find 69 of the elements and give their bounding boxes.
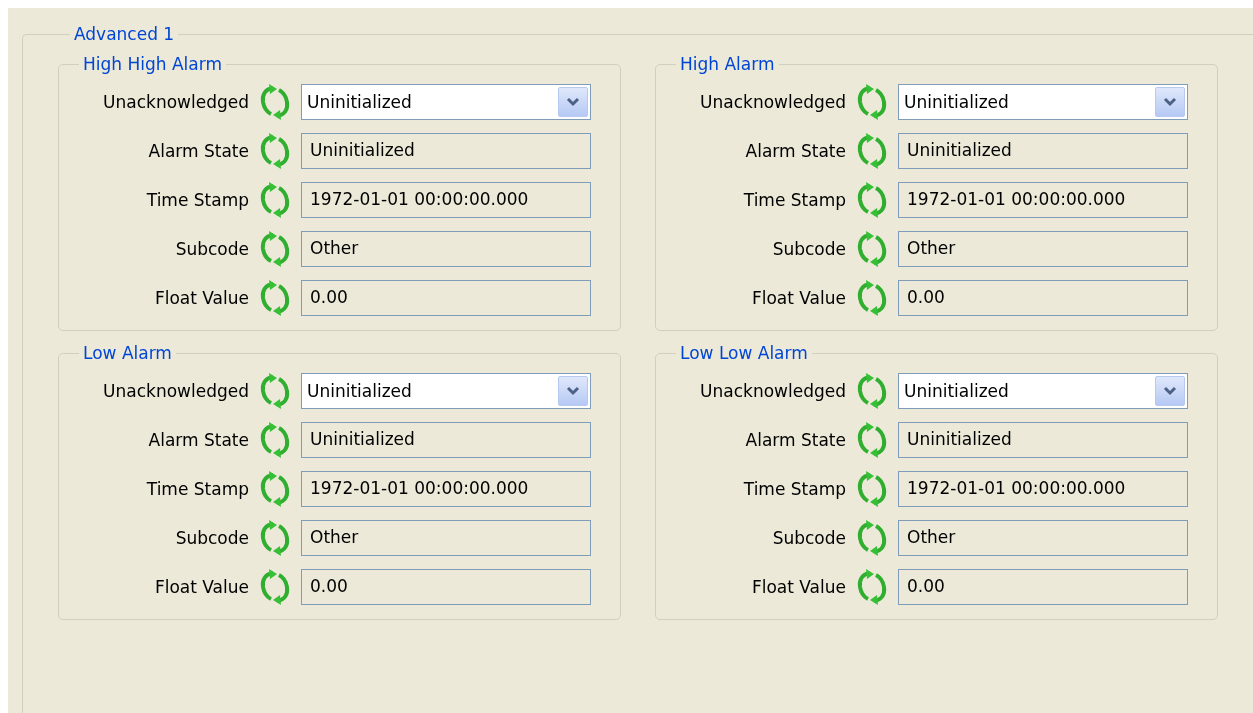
field-label: Unacknowledged xyxy=(102,92,249,112)
readonly-field: 0.00 xyxy=(898,569,1188,605)
readonly-field: 1972-01-01 00:00:00.000 xyxy=(301,182,591,218)
chevron-icon xyxy=(566,386,580,396)
field-label: Subcode xyxy=(174,528,249,548)
group-title: High High Alarm xyxy=(82,54,223,74)
readonly-field: 1972-01-01 00:00:00.000 xyxy=(301,471,591,507)
readonly-field: 0.00 xyxy=(301,280,591,316)
group-title: Advanced 1 xyxy=(73,24,176,44)
field-label: Alarm State xyxy=(744,430,846,450)
refresh-icon[interactable] xyxy=(856,569,888,605)
dropdown[interactable]: Uninitialized xyxy=(898,84,1188,120)
readonly-field: Other xyxy=(898,231,1188,267)
field-label: Subcode xyxy=(771,239,846,259)
field-label: Float Value xyxy=(153,577,249,597)
field-label: Unacknowledged xyxy=(699,92,846,112)
refresh-icon[interactable] xyxy=(259,133,291,169)
field-label: Unacknowledged xyxy=(102,381,249,401)
field-label: Subcode xyxy=(174,239,249,259)
field-label: Time Stamp xyxy=(742,479,846,499)
readonly-field: Uninitialized xyxy=(898,422,1188,458)
readonly-field: Other xyxy=(898,520,1188,556)
readonly-field: Uninitialized xyxy=(301,133,591,169)
dropdown[interactable]: Uninitialized xyxy=(301,373,591,409)
chevron-icon xyxy=(1163,97,1177,107)
field-label: Time Stamp xyxy=(145,190,249,210)
refresh-icon[interactable] xyxy=(259,471,291,507)
readonly-field: Uninitialized xyxy=(898,133,1188,169)
refresh-icon[interactable] xyxy=(259,182,291,218)
refresh-icon[interactable] xyxy=(856,231,888,267)
readonly-field: Other xyxy=(301,520,591,556)
dropdown[interactable]: Uninitialized xyxy=(898,373,1188,409)
field-label: Alarm State xyxy=(147,430,249,450)
field-label: Float Value xyxy=(750,577,846,597)
refresh-icon[interactable] xyxy=(856,133,888,169)
field-label: Unacknowledged xyxy=(699,381,846,401)
field-label: Time Stamp xyxy=(742,190,846,210)
refresh-icon[interactable] xyxy=(259,422,291,458)
refresh-icon[interactable] xyxy=(856,182,888,218)
field-label: Float Value xyxy=(153,288,249,308)
refresh-icon[interactable] xyxy=(856,471,888,507)
field-label: Alarm State xyxy=(147,141,249,161)
chevron-icon xyxy=(1163,386,1177,396)
refresh-icon[interactable] xyxy=(259,231,291,267)
refresh-icon[interactable] xyxy=(259,280,291,316)
refresh-icon[interactable] xyxy=(259,520,291,556)
refresh-icon[interactable] xyxy=(856,373,888,409)
group-title: Low Low Alarm xyxy=(679,343,809,363)
group-title: High Alarm xyxy=(679,54,776,74)
readonly-field: 0.00 xyxy=(898,280,1188,316)
readonly-field: 1972-01-01 00:00:00.000 xyxy=(898,182,1188,218)
field-label: Float Value xyxy=(750,288,846,308)
chevron-icon xyxy=(566,97,580,107)
readonly-field: Other xyxy=(301,231,591,267)
refresh-icon[interactable] xyxy=(259,84,291,120)
dropdown[interactable]: Uninitialized xyxy=(301,84,591,120)
readonly-field: 0.00 xyxy=(301,569,591,605)
group-title: Low Alarm xyxy=(82,343,173,363)
refresh-icon[interactable] xyxy=(856,84,888,120)
readonly-field: 1972-01-01 00:00:00.000 xyxy=(898,471,1188,507)
refresh-icon[interactable] xyxy=(856,422,888,458)
refresh-icon[interactable] xyxy=(259,569,291,605)
field-label: Subcode xyxy=(771,528,846,548)
refresh-icon[interactable] xyxy=(259,373,291,409)
refresh-icon[interactable] xyxy=(856,280,888,316)
readonly-field: Uninitialized xyxy=(301,422,591,458)
field-label: Alarm State xyxy=(744,141,846,161)
field-label: Time Stamp xyxy=(145,479,249,499)
refresh-icon[interactable] xyxy=(856,520,888,556)
